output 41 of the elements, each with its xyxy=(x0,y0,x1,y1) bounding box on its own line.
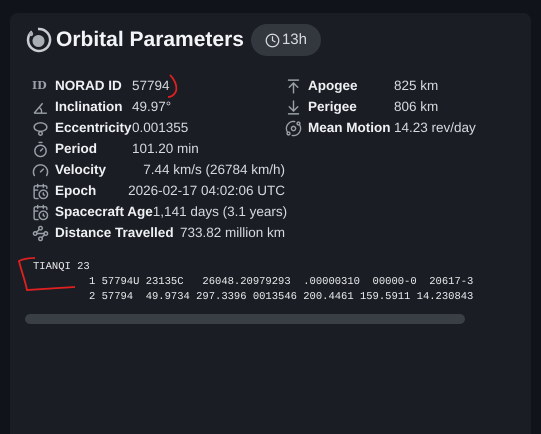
gauge-icon xyxy=(32,162,49,179)
parameter-value: 733.82 million km xyxy=(180,224,285,242)
arrow-down-icon xyxy=(285,99,302,116)
parameter-value: 0.001355 xyxy=(132,119,188,138)
parameter-value: 825 km xyxy=(394,77,438,96)
age-badge: 13h xyxy=(250,24,321,56)
parameter-value: 806 km xyxy=(394,98,438,116)
parameter-value: 7.44 km/s (26784 km/h) xyxy=(143,161,285,180)
tle-line: 1 57794U 23135C 26048.20979293 .00000310 00000-0 20617-3 xyxy=(89,276,474,288)
parameter-label: Distance Travelled xyxy=(55,224,175,242)
card-title: Orbital Parameters xyxy=(56,27,244,54)
parameter-label: Perigee xyxy=(308,98,358,116)
horizontal-scrollbar[interactable] xyxy=(25,314,465,324)
parameter-value: 2026-02-17 04:02:06 UTC xyxy=(128,182,285,200)
parameter-value: 14.23 rev/day xyxy=(394,119,476,138)
parameter-label: NORAD ID xyxy=(55,77,123,96)
orbit-icon xyxy=(285,120,302,137)
calendar-clock-icon xyxy=(32,204,49,221)
satellite-ring-icon xyxy=(24,26,52,54)
annotation-stroke xyxy=(17,256,77,294)
parameter-label: Inclination xyxy=(55,98,124,116)
parameter-value: 101.20 min xyxy=(132,140,199,158)
ellipse-icon xyxy=(32,120,49,137)
parameter-label: Spacecraft Age xyxy=(55,203,153,222)
calendar-clock-icon xyxy=(32,183,49,200)
parameter-label: Apogee xyxy=(308,77,359,96)
parameter-label: Velocity xyxy=(55,161,108,180)
tle-name: TIANQI 23 xyxy=(33,261,90,273)
parameter-value: 57794 xyxy=(132,77,170,96)
parameter-value: 1,141 days (3.1 years) xyxy=(152,203,288,222)
id-icon: ID xyxy=(32,78,49,95)
timer-icon xyxy=(32,141,49,158)
parameter-value: 49.97° xyxy=(132,98,172,116)
parameter-label: Eccentricity xyxy=(55,119,132,138)
parameter-label: Mean Motion xyxy=(308,119,392,138)
arrow-up-icon xyxy=(285,78,302,95)
parameter-label: Period xyxy=(55,140,98,158)
tle-line: 2 57794 49.9734 297.3396 0013546 200.4461 159.5911 14.230843 xyxy=(89,291,474,303)
parameter-label: Epoch xyxy=(55,182,98,200)
clock-icon xyxy=(264,32,280,48)
route-icon xyxy=(32,225,49,242)
